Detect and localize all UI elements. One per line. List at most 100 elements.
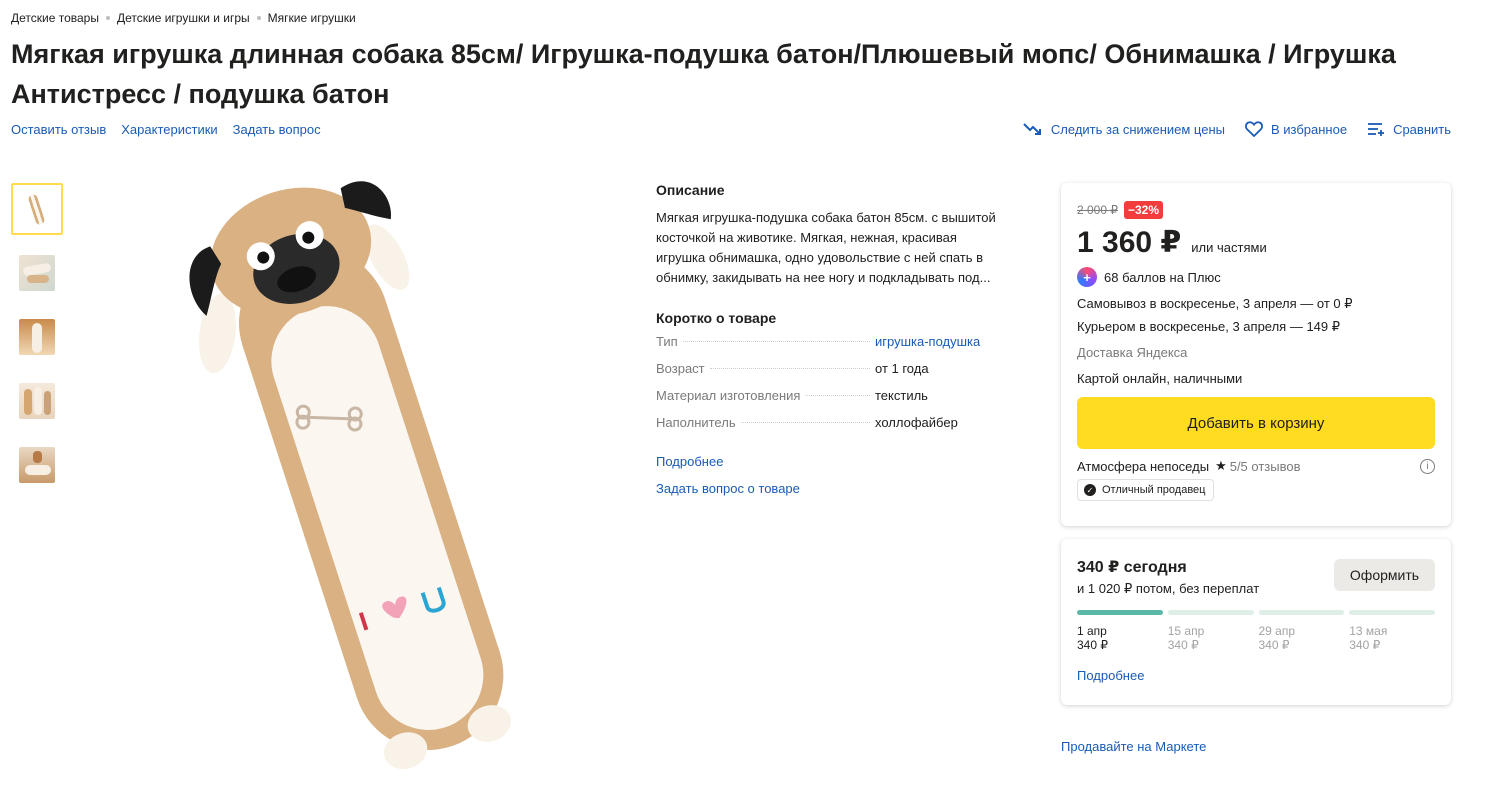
split-later-amount: и 1 020 ₽ потом, без переплат	[1077, 581, 1260, 596]
spec-leader	[805, 395, 870, 396]
thumbnail-image	[19, 447, 55, 483]
buy-box: 2 000 ₽ −32% 1 360 ₽ или частями + 68 ба…	[1061, 183, 1451, 526]
description-heading: Описание	[656, 182, 725, 198]
split-payment-date: 13 мая	[1349, 624, 1388, 638]
seller-badge: ✓ Отличный продавец	[1077, 479, 1215, 501]
spec-name: Наполнитель	[656, 415, 736, 430]
split-header: 340 ₽ сегодня и 1 020 ₽ потом, без переп…	[1077, 557, 1435, 597]
breadcrumb: Детские товары Детские игрушки и игры Мя…	[11, 11, 356, 25]
split-progress-segment	[1258, 610, 1345, 615]
thumbnail[interactable]	[11, 375, 63, 427]
spec-leader	[709, 368, 870, 369]
split-payment-date: 15 апр	[1167, 624, 1205, 638]
plush-pug-image	[189, 181, 511, 770]
split-payment-item: 1 апр 340 ₽	[1077, 624, 1163, 652]
split-today-amount: 340 ₽ сегодня	[1077, 559, 1187, 576]
breadcrumb-item[interactable]: Детские игрушки и игры	[117, 11, 250, 25]
split-payment-date: 29 апр	[1258, 624, 1296, 638]
more-specs-link[interactable]: Подробнее	[656, 454, 723, 469]
specs-link[interactable]: Характеристики	[121, 122, 217, 137]
installments-note: или частями	[1191, 240, 1267, 255]
spec-row: Материал изготовления текстиль	[656, 388, 1006, 415]
heart-icon	[1245, 121, 1263, 137]
seller-rating[interactable]: 5/5 отзывов	[1230, 459, 1301, 474]
spec-row: Наполнитель холлофайбер	[656, 415, 1006, 442]
split-payment-amount: 340 ₽	[1258, 638, 1290, 652]
thumbnail-image	[19, 383, 55, 419]
split-progress-segment	[1077, 610, 1163, 615]
thumbnail[interactable]	[11, 311, 63, 363]
payment-methods: Картой онлайн, наличными	[1077, 371, 1243, 386]
current-price: 1 360 ₽	[1077, 226, 1182, 259]
plus-points: 68 баллов на Плюс	[1104, 269, 1221, 285]
split-more-link[interactable]: Подробнее	[1077, 668, 1144, 683]
split-payment-item: 13 мая 340 ₽	[1349, 624, 1435, 652]
split-payment-amount: 340 ₽	[1349, 638, 1381, 652]
breadcrumb-item[interactable]: Детские товары	[11, 11, 99, 25]
thumbnail-image	[19, 255, 55, 291]
spec-name: Тип	[656, 334, 678, 349]
seller-badge-label: Отличный продавец	[1102, 484, 1206, 496]
seller-name-link[interactable]: Атмосфера непоседы	[1077, 459, 1209, 474]
summary-links: Подробнее Задать вопрос о товаре	[656, 448, 1006, 502]
ask-question-link[interactable]: Задать вопрос	[233, 122, 321, 137]
plus-points-row: + 68 баллов на Плюс	[1077, 267, 1435, 287]
spec-leader	[682, 341, 870, 342]
spec-name: Возраст	[656, 361, 705, 376]
compare-label: Сравнить	[1393, 121, 1451, 137]
price-drop-icon	[1023, 123, 1041, 135]
product-actions: Следить за снижением цены В избранное Ср…	[1023, 121, 1451, 137]
leave-review-link[interactable]: Оставить отзыв	[11, 122, 106, 137]
favorites-label: В избранное	[1270, 121, 1348, 137]
ask-about-product-link[interactable]: Задать вопрос о товаре	[656, 481, 800, 496]
spec-value: текстиль	[875, 388, 928, 403]
thumbnail[interactable]	[11, 439, 63, 491]
courier-info: Курьером в воскресенье, 3 апреля — 149 ₽	[1077, 319, 1341, 334]
split-payment-amount: 340 ₽	[1077, 638, 1108, 652]
product-subnav: Оставить отзыв Характеристики Задать воп…	[11, 122, 321, 137]
split-schedule: 1 апр 340 ₽ 15 апр 340 ₽ 29 апр 340 ₽ 13…	[1077, 624, 1435, 652]
split-payment-amount: 340 ₽	[1167, 638, 1199, 652]
product-photo[interactable]	[150, 180, 570, 780]
split-progress	[1077, 610, 1435, 615]
spec-row: Возраст от 1 года	[656, 361, 1006, 388]
price-watch-button[interactable]: Следить за снижением цены	[1023, 122, 1225, 137]
page-title: Мягкая игрушка длинная собака 85см/ Игру…	[11, 39, 1396, 109]
info-icon[interactable]: i	[1420, 458, 1435, 474]
delivery-service: Доставка Яндекса	[1077, 345, 1188, 360]
spec-leader	[740, 422, 870, 423]
split-payment-item: 29 апр 340 ₽	[1259, 624, 1345, 652]
star-icon: ★	[1215, 458, 1227, 473]
spec-value-link[interactable]: игрушка-подушка	[875, 334, 1006, 349]
thumbnail-list	[11, 183, 63, 503]
split-payment-item: 15 апр 340 ₽	[1168, 624, 1254, 652]
seller-row: Атмосфера непоседы ★ 5/5 отзывов i	[1077, 458, 1435, 474]
split-payment-box: 340 ₽ сегодня и 1 020 ₽ потом, без переп…	[1061, 539, 1451, 705]
summary-heading: Коротко о товаре	[656, 310, 777, 326]
summary-section: Коротко о товаре Тип игрушка-подушка Воз…	[656, 310, 1006, 502]
discount-badge: −32%	[1124, 201, 1164, 219]
spec-value: холлофайбер	[875, 415, 958, 430]
thumbnail[interactable]	[11, 247, 63, 299]
add-to-cart-button[interactable]: Добавить в корзину	[1077, 397, 1435, 449]
split-payment-date: 1 апр	[1077, 624, 1107, 638]
old-price: 2 000 ₽	[1077, 203, 1118, 217]
pickup-info: Самовывоз в воскресенье, 3 апреля — от 0…	[1077, 296, 1353, 311]
thumbnail-image	[19, 191, 55, 227]
sell-on-market-link[interactable]: Продавайте на Маркете	[1061, 739, 1206, 754]
spec-value: от 1 года	[875, 361, 929, 376]
breadcrumb-item[interactable]: Мягкие игрушки	[268, 11, 356, 25]
spec-row: Тип игрушка-подушка	[656, 334, 1006, 361]
description-text: Мягкая игрушка-подушка собака батон 85см…	[656, 210, 996, 285]
favorites-button[interactable]: В избранное	[1245, 121, 1347, 137]
compare-button[interactable]: Сравнить	[1367, 122, 1451, 137]
description-section: Описание Мягкая игрушка-подушка собака б…	[656, 182, 1006, 502]
breadcrumb-separator	[256, 16, 261, 20]
old-price-row: 2 000 ₽ −32%	[1077, 201, 1435, 219]
compare-icon	[1368, 123, 1385, 136]
breadcrumb-separator	[105, 16, 110, 20]
thumbnail[interactable]	[11, 183, 63, 235]
verified-check-icon: ✓	[1084, 484, 1096, 496]
split-checkout-button[interactable]: Оформить	[1334, 559, 1435, 591]
thumbnail-image	[19, 319, 55, 355]
